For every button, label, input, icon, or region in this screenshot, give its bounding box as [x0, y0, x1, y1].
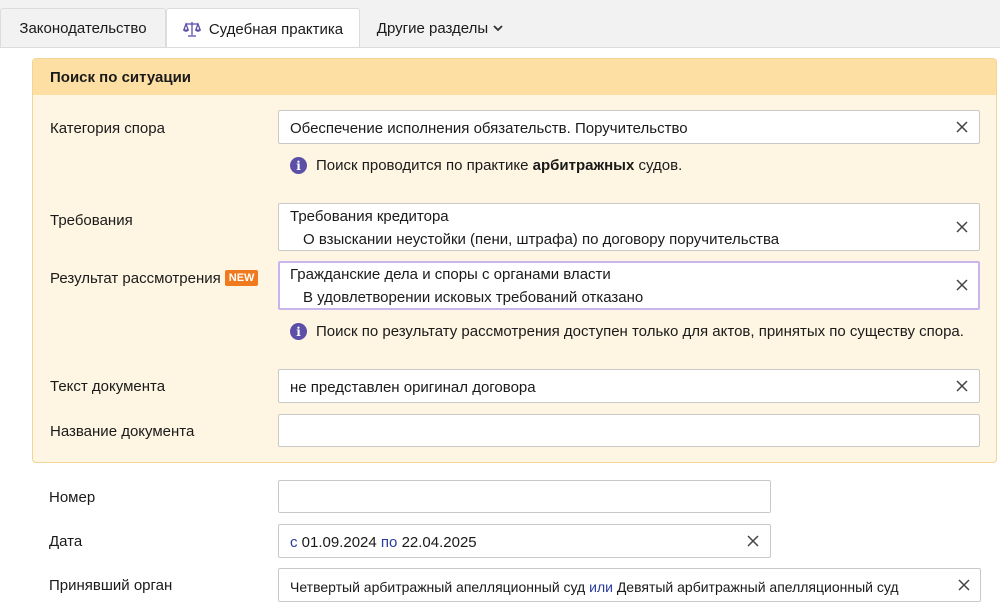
scales-icon [182, 22, 201, 37]
doc-text-label: Текст документа [50, 378, 166, 395]
number-field[interactable] [278, 480, 771, 513]
authority-joiner: или [589, 579, 613, 595]
result-field[interactable]: Гражданские дела и споры с органами влас… [278, 261, 980, 310]
date-from: 01.09.2024 [301, 534, 377, 551]
tab-other-sections[interactable]: Другие разделы [364, 8, 516, 48]
note-text: Поиск по результату рассмотрения доступе… [316, 323, 964, 340]
info-icon: i [290, 157, 307, 174]
authority-field[interactable]: Четвертый арбитражный апелляционный суд … [278, 568, 981, 602]
close-icon[interactable] [955, 220, 969, 234]
category-value: Обеспечение исполнения обязательств. Пор… [290, 120, 688, 137]
result-note: i Поиск по результату рассмотрения досту… [290, 323, 964, 340]
close-icon[interactable] [746, 534, 760, 548]
authority-second: Девятый арбитражный апелляционный суд [616, 579, 899, 595]
doc-text-field[interactable]: не представлен оригинал договора [278, 369, 980, 403]
date-label: Дата [49, 533, 83, 550]
date-value: с 01.09.2024 по 22.04.2025 [290, 534, 477, 551]
requirements-line2: О взыскании неустойки (пени, штрафа) по … [303, 231, 780, 248]
close-icon[interactable] [955, 278, 969, 292]
new-badge: NEW [224, 270, 259, 286]
tab-judicial-practice[interactable]: Судебная практика [166, 8, 360, 49]
chevron-down-icon [493, 25, 503, 32]
tab-label: Судебная практика [208, 20, 344, 38]
doc-name-field[interactable] [278, 414, 980, 447]
authority-first: Четвертый арбитражный апелляционный суд [290, 579, 586, 595]
date-field[interactable]: с 01.09.2024 по 22.04.2025 [278, 524, 771, 558]
tab-label: Другие разделы [376, 20, 489, 37]
doc-text-value: не представлен оригинал договора [290, 379, 536, 396]
date-to: 22.04.2025 [401, 534, 477, 551]
search-panel: Поиск по ситуации Категория спора Обеспе… [0, 47, 1000, 613]
note-suffix: судов. [634, 157, 683, 174]
section-title: Поиск по ситуации [33, 59, 996, 95]
result-label: Результат рассмотрения NEW [50, 269, 259, 289]
category-note: i Поиск проводится по практике арбитражн… [290, 157, 682, 174]
result-label-text: Результат рассмотрения [50, 270, 221, 287]
date-from-word: с [290, 534, 298, 551]
note-bold: арбитражных [532, 157, 635, 174]
info-icon: i [290, 323, 307, 340]
authority-label: Принявший орган [49, 577, 173, 594]
close-icon[interactable] [955, 120, 969, 134]
category-field[interactable]: Обеспечение исполнения обязательств. Пор… [278, 110, 980, 144]
result-line1: Гражданские дела и споры с органами влас… [290, 266, 611, 283]
category-label: Категория спора [50, 120, 165, 137]
tab-legislation[interactable]: Законодательство [0, 8, 166, 48]
tab-bar: Законодательство Судебная практика Други… [0, 0, 1000, 49]
doc-name-label: Название документа [50, 423, 195, 440]
number-label: Номер [49, 489, 96, 506]
requirements-field[interactable]: Требования кредитора О взыскании неустой… [278, 203, 980, 251]
result-line2: В удовлетворении исковых требований отка… [303, 289, 644, 306]
requirements-line1: Требования кредитора [290, 208, 449, 225]
requirements-label: Требования [50, 212, 133, 229]
authority-value: Четвертый арбитражный апелляционный суд … [290, 579, 899, 595]
close-icon[interactable] [957, 578, 971, 592]
note-text: Поиск проводится по практике [316, 157, 533, 174]
tab-label: Законодательство [19, 20, 147, 37]
close-icon[interactable] [955, 379, 969, 393]
date-to-word: по [380, 534, 398, 551]
